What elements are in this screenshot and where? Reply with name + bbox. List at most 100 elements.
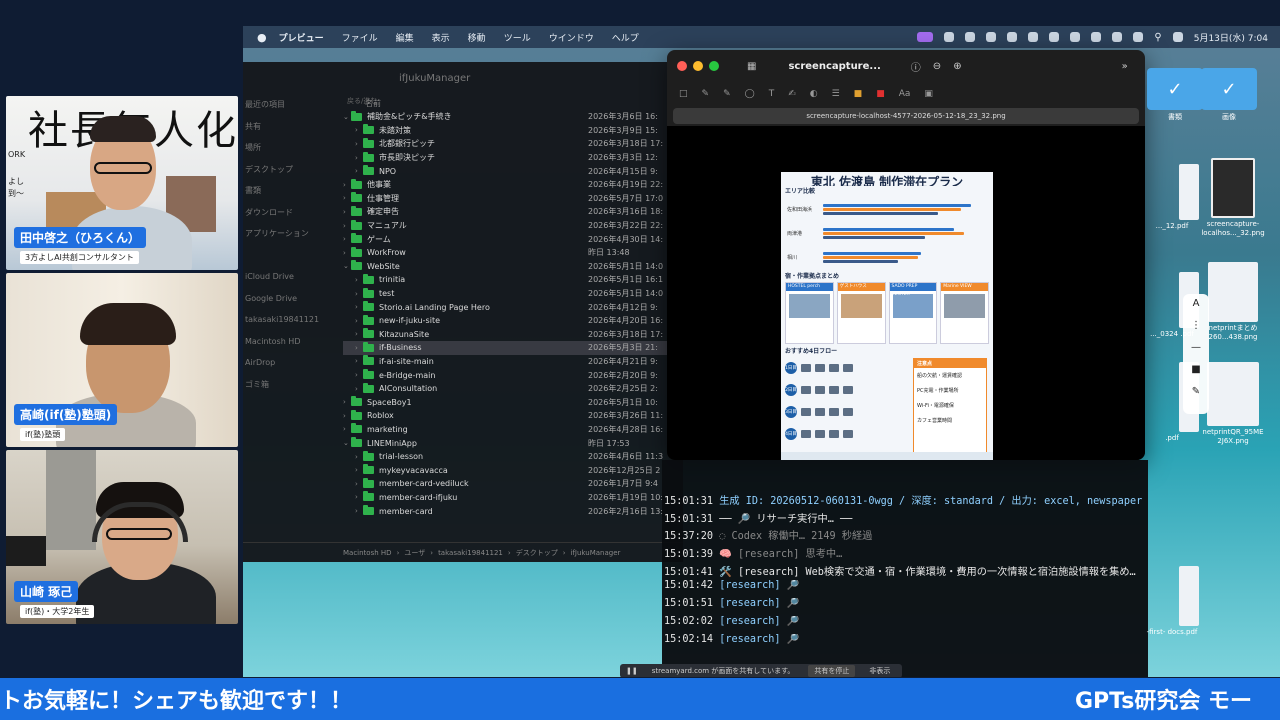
chevron-down-icon[interactable]: ⌄ <box>343 113 351 121</box>
fill-color-icon[interactable]: ■ <box>876 89 885 99</box>
adjust-color-icon[interactable]: ◐ <box>810 89 818 99</box>
apple-menu-icon[interactable]: ● <box>257 31 267 44</box>
finder-row[interactable]: ⌄ WebSite 2026年5月1日 14:0 <box>343 260 683 274</box>
zoom-in-icon[interactable]: ⊕ <box>953 61 961 72</box>
finder-row[interactable]: › test 2026年5月1日 14:0 <box>343 287 683 301</box>
path-segment[interactable]: ifJukuManager <box>571 549 621 557</box>
chevron-right-icon[interactable]: › <box>355 480 363 488</box>
participant-tile-1[interactable]: 社長無人化 ORK よし 到～ 計 田中啓之（ひろくん） 3方よしAI共創コンサ… <box>6 96 238 270</box>
participant-tile-2[interactable]: 高崎(if(塾)塾頭) if(塾)塾頭 <box>6 273 238 447</box>
path-segment[interactable]: ユーザ <box>404 548 425 558</box>
sidebar-item[interactable]: Macintosh HD <box>243 331 339 353</box>
chevron-right-icon[interactable]: › <box>355 290 363 298</box>
finder-row[interactable]: › trinitia 2026年5月1日 16:1 <box>343 273 683 287</box>
chevron-right-icon[interactable]: › <box>355 453 363 461</box>
sidebar-item[interactable]: ゴミ箱 <box>243 374 339 396</box>
finder-row[interactable]: › SpaceBoy1 2026年5月1日 10: <box>343 395 683 409</box>
finder-row[interactable]: › if-ai-site-main 2026年4月21日 9: <box>343 355 683 369</box>
sidebar-item[interactable]: 最近の項目 <box>243 94 339 116</box>
chevron-right-icon[interactable]: › <box>355 330 363 338</box>
time-machine-icon[interactable] <box>1112 32 1123 42</box>
chevron-down-icon[interactable]: ⌄ <box>343 262 351 270</box>
minimize-icon[interactable] <box>693 61 703 71</box>
chevron-right-icon[interactable]: › <box>355 303 363 311</box>
chevron-right-icon[interactable]: › <box>355 126 363 134</box>
finder-row[interactable]: › if-Business 2026年5月3日 21: <box>343 341 683 355</box>
finder-row[interactable]: › mykeyvacavacca 2026年12月25日 2 <box>343 463 683 477</box>
sidebar-item[interactable]: iCloud Drive <box>243 266 339 288</box>
search-icon[interactable]: ⚲ <box>1154 32 1161 43</box>
chevron-right-icon[interactable]: › <box>355 493 363 501</box>
desktop-item[interactable]: netprintまとめ 260...438.png <box>1201 262 1265 342</box>
finder-row[interactable]: › Roblox 2026年3月26日 11: <box>343 409 683 423</box>
chevron-right-icon[interactable]: › <box>355 140 363 148</box>
sidebar-item[interactable]: AirDrop <box>243 352 339 374</box>
sidebar-item[interactable]: 共有 <box>243 116 339 138</box>
text-style-icon[interactable]: Aa <box>899 89 911 99</box>
sidebar-item[interactable]: takasaki19841121 <box>243 309 339 331</box>
finder-row[interactable]: › new-if-juku-site 2026年4月20日 16: <box>343 314 683 328</box>
desktop-item[interactable]: screencapture-localhos..._32.png <box>1201 158 1265 238</box>
pause-icon[interactable]: ❚❚ <box>626 667 638 675</box>
menu-item-view[interactable]: 表示 <box>432 31 450 44</box>
participant-tile-3[interactable]: 山崎 琢己 if(塾)・大学2年生 <box>6 450 238 624</box>
sidebar-toggle-icon[interactable]: ▦ <box>747 61 756 72</box>
chevron-right-icon[interactable]: › <box>355 154 363 162</box>
finder-row[interactable]: › Storio.ai Landing Page Hero 2026年4月12日 9… <box>343 300 683 314</box>
zoom-icon[interactable] <box>709 61 719 71</box>
info-icon[interactable]: ⓘ <box>911 59 921 74</box>
finder-row[interactable]: › 市長即決ピッチ 2026年3月3日 12: <box>343 151 683 165</box>
crop-icon[interactable]: ▣ <box>924 89 933 99</box>
chevron-right-icon[interactable]: › <box>343 249 351 257</box>
sidebar-item[interactable]: 書類 <box>243 180 339 202</box>
path-segment[interactable]: takasaki19841121 <box>438 549 503 557</box>
finder-row[interactable]: › マニュアル 2026年3月22日 22: <box>343 219 683 233</box>
border-color-icon[interactable]: ■ <box>854 89 863 99</box>
chevron-right-icon[interactable]: › <box>355 276 363 284</box>
chevron-right-icon[interactable]: › <box>355 507 363 515</box>
sidebar-item[interactable]: ダウンロード <box>243 202 339 224</box>
chevron-right-icon[interactable]: › <box>355 385 363 393</box>
menu-item-window[interactable]: ウインドウ <box>549 31 594 44</box>
chevron-right-icon[interactable]: › <box>343 412 351 420</box>
text-tool-icon[interactable]: T <box>769 89 775 99</box>
tray-app-icon[interactable] <box>1028 32 1039 42</box>
line-style-icon[interactable]: ☰ <box>832 89 840 99</box>
text-tool-icon[interactable]: A <box>1183 298 1209 320</box>
desktop-item[interactable]: -first- docs.pdf <box>1145 566 1199 637</box>
finder-row[interactable]: › 未踏対策 2026年3月9日 15: <box>343 124 683 138</box>
finder-row[interactable]: › 確定申告 2026年3月16日 18: <box>343 205 683 219</box>
menu-app-name[interactable]: プレビュー <box>279 31 324 44</box>
finder-row[interactable]: › AIConsultation 2026年2月25日 2: <box>343 382 683 396</box>
sketch-tool-icon[interactable]: ✎ <box>702 89 710 99</box>
tray-app-icon[interactable] <box>1007 32 1018 42</box>
finder-row[interactable]: › 他事業 2026年4月19日 22: <box>343 178 683 192</box>
line-tool-icon[interactable]: — <box>1183 342 1209 364</box>
chevron-right-icon[interactable]: › <box>355 357 363 365</box>
finder-row[interactable]: › member-card 2026年2月16日 13: <box>343 504 683 518</box>
finder-row[interactable]: › trial-lesson 2026年4月6日 11:3 <box>343 450 683 464</box>
tray-app-icon[interactable] <box>986 32 997 42</box>
finder-row[interactable]: › ゲーム 2026年4月30日 14: <box>343 232 683 246</box>
finder-row[interactable]: ⌄ LINEMiniApp 昨日 17:53 <box>343 436 683 450</box>
finder-row[interactable]: › 仕事管理 2026年5月7日 17:0 <box>343 192 683 206</box>
chevron-right-icon[interactable]: › <box>343 194 351 202</box>
square-tool-icon[interactable]: ■ <box>1183 364 1209 386</box>
more-tools-icon[interactable]: » <box>1122 61 1128 72</box>
sign-tool-icon[interactable]: ✍ <box>788 89 796 99</box>
finder-row[interactable]: › KitazunaSite 2026年3月18日 17: <box>343 328 683 342</box>
terminal-window[interactable]: 15:01:31 生成 ID: 20260512-060131-0wgg / 深… <box>662 460 1148 677</box>
wifi-icon[interactable] <box>1091 32 1102 42</box>
finder-row[interactable]: › member-card-vediluck 2026年1月7日 9:4 <box>343 477 683 491</box>
selection-tool-icon[interactable]: □ <box>679 89 688 99</box>
sidebar-item[interactable]: デスクトップ <box>243 159 339 181</box>
menu-item-edit[interactable]: 編集 <box>396 31 414 44</box>
finder-row[interactable]: › 北都銀行ピッチ 2026年3月18日 17: <box>343 137 683 151</box>
column-header-name[interactable]: 名前 <box>365 98 381 109</box>
siri-icon[interactable] <box>1172 32 1183 42</box>
menu-clock[interactable]: 5月13日(水) 7:04 <box>1194 31 1268 44</box>
finder-row[interactable]: › WorkFrow 昨日 13:48 <box>343 246 683 260</box>
close-icon[interactable] <box>677 61 687 71</box>
chevron-right-icon[interactable]: › <box>355 344 363 352</box>
sidebar-item[interactable]: Google Drive <box>243 288 339 310</box>
